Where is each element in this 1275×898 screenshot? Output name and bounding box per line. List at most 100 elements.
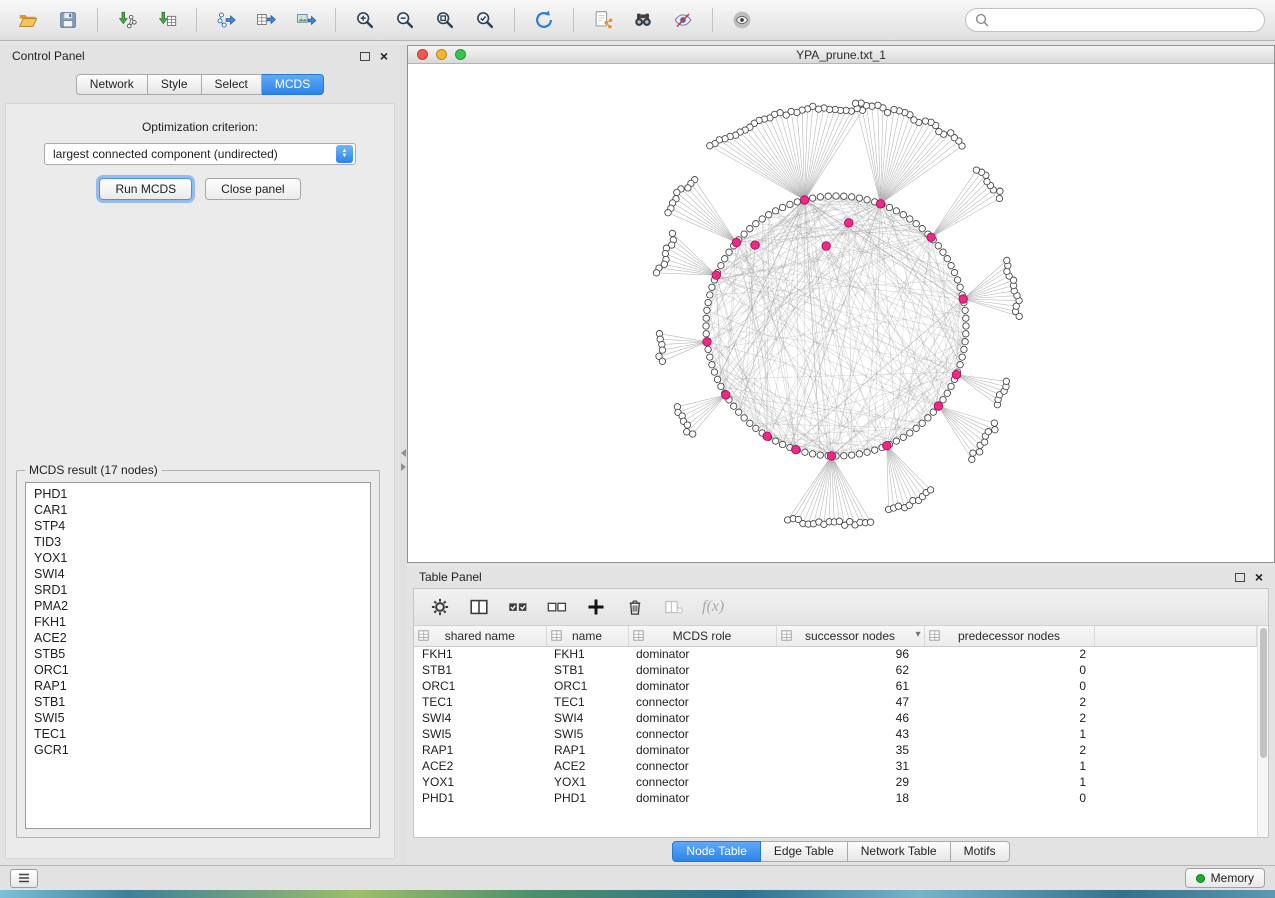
result-node-item[interactable]: STP4: [26, 518, 370, 534]
close-window-icon[interactable]: [417, 49, 428, 60]
run-mcds-button[interactable]: Run MCDS: [99, 178, 192, 200]
search-input[interactable]: [994, 12, 1255, 28]
tab-motifs[interactable]: Motifs: [951, 841, 1010, 862]
delete-button[interactable]: [624, 596, 646, 618]
table-scrollbar[interactable]: [1257, 626, 1268, 837]
gear-button[interactable]: [429, 596, 451, 618]
column-header-successor-nodes[interactable]: successor nodes▾: [776, 626, 924, 646]
export-network-button[interactable]: [208, 5, 244, 35]
binoculars-button[interactable]: [625, 5, 661, 35]
columns-button[interactable]: [468, 596, 490, 618]
select-all-button[interactable]: [507, 596, 529, 618]
result-node-item[interactable]: FKH1: [26, 614, 370, 630]
result-node-item[interactable]: STB1: [26, 694, 370, 710]
document-network-button[interactable]: [585, 5, 621, 35]
refresh-button[interactable]: [526, 5, 562, 35]
tab-node-table[interactable]: Node Table: [672, 841, 761, 862]
tab-network[interactable]: Network: [76, 74, 148, 95]
table-row[interactable]: TEC1TEC1connector472: [414, 694, 1257, 710]
zoom-out-button[interactable]: [387, 5, 423, 35]
table-row[interactable]: STB1STB1dominator620: [414, 662, 1257, 678]
tab-select[interactable]: Select: [202, 74, 262, 95]
table-row[interactable]: SWI5SWI5connector431: [414, 726, 1257, 742]
add-button[interactable]: [585, 596, 607, 618]
result-node-item[interactable]: RAP1: [26, 678, 370, 694]
result-node-item[interactable]: ACE2: [26, 630, 370, 646]
close-panel-button[interactable]: Close panel: [205, 178, 300, 200]
minimize-window-icon[interactable]: [436, 49, 447, 60]
column-header-shared-name[interactable]: shared name: [414, 626, 546, 646]
table-row[interactable]: ORC1ORC1dominator610: [414, 678, 1257, 694]
table-row[interactable]: ACE2ACE2connector311: [414, 758, 1257, 774]
open-folder-button[interactable]: [10, 5, 46, 35]
export-image-button[interactable]: [288, 5, 324, 35]
column-header-name[interactable]: name: [546, 626, 628, 646]
result-node-item[interactable]: SRD1: [26, 582, 370, 598]
result-node-item[interactable]: STB5: [26, 646, 370, 662]
criterion-select[interactable]: largest connected component (undirected)…: [44, 143, 356, 165]
import-network-button[interactable]: [109, 5, 145, 35]
maximize-window-icon[interactable]: [455, 49, 466, 60]
tab-style[interactable]: Style: [148, 74, 202, 95]
table-row[interactable]: SWI4SWI4dominator462: [414, 710, 1257, 726]
result-node-item[interactable]: PMA2: [26, 598, 370, 614]
result-node-item[interactable]: TEC1: [26, 726, 370, 742]
network-window-title: YPA_prune.txt_1: [408, 48, 1274, 62]
sort-arrow-icon[interactable]: ▾: [915, 629, 920, 640]
column-header-predecessor-nodes[interactable]: predecessor nodes: [924, 626, 1094, 646]
table-cell: 2: [924, 694, 1094, 710]
result-node-item[interactable]: TID3: [26, 534, 370, 550]
import-network-icon: [116, 9, 138, 31]
fx-button[interactable]: f(x): [702, 598, 724, 616]
result-node-item[interactable]: YOX1: [26, 550, 370, 566]
splitter-collapse-left-icon[interactable]: [401, 449, 406, 457]
result-node-item[interactable]: SWI4: [26, 566, 370, 582]
table-cell: 0: [924, 678, 1094, 694]
table-cell: 2: [924, 646, 1094, 662]
zoom-selected-button[interactable]: [467, 5, 503, 35]
table-cell: dominator: [628, 790, 776, 806]
table-cell: 0: [924, 790, 1094, 806]
zoom-in-button[interactable]: [347, 5, 383, 35]
result-node-item[interactable]: SWI5: [26, 710, 370, 726]
tab-edge-table[interactable]: Edge Table: [761, 841, 848, 862]
float-table-panel-icon[interactable]: [1235, 573, 1245, 582]
float-panel-icon[interactable]: [360, 52, 370, 61]
result-node-item[interactable]: PHD1: [26, 486, 370, 502]
unselect-all-button[interactable]: [546, 596, 568, 618]
result-node-item[interactable]: ORC1: [26, 662, 370, 678]
control-panel-title: Control Panel: [12, 49, 360, 63]
splitter-collapse-right-icon[interactable]: [401, 463, 406, 471]
memory-button[interactable]: Memory: [1185, 868, 1265, 888]
eye-button[interactable]: [724, 5, 760, 35]
node-table: shared namenameMCDS rolesuccessor nodes▾…: [414, 626, 1257, 806]
task-history-button[interactable]: [10, 869, 38, 888]
table-row[interactable]: YOX1YOX1connector291: [414, 774, 1257, 790]
mcds-result-list[interactable]: PHD1CAR1STP4TID3YOX1SWI4SRD1PMA2FKH1ACE2…: [25, 482, 371, 829]
delete-column-button[interactable]: [663, 596, 685, 618]
network-canvas[interactable]: [408, 64, 1274, 562]
table-cell-filler: [1094, 758, 1257, 774]
table-row[interactable]: FKH1FKH1dominator962: [414, 646, 1257, 662]
panel-splitter[interactable]: [400, 45, 407, 865]
export-table-button[interactable]: [248, 5, 284, 35]
zoom-fit-button[interactable]: [427, 5, 463, 35]
table-row[interactable]: PHD1PHD1dominator180: [414, 790, 1257, 806]
import-table-button[interactable]: [149, 5, 185, 35]
close-table-panel-icon[interactable]: ×: [1255, 571, 1263, 583]
hide-details-button[interactable]: [665, 5, 701, 35]
table-row[interactable]: RAP1RAP1dominator352: [414, 742, 1257, 758]
table-area: shared namenameMCDS rolesuccessor nodes▾…: [414, 626, 1257, 837]
save-button[interactable]: [50, 5, 86, 35]
tab-network-table[interactable]: Network Table: [848, 841, 951, 862]
close-panel-icon[interactable]: ×: [380, 50, 388, 62]
column-header-MCDS-role[interactable]: MCDS role: [628, 626, 776, 646]
table-cell: RAP1: [546, 742, 628, 758]
table-scrollbar-thumb[interactable]: [1260, 628, 1267, 758]
tab-mcds[interactable]: MCDS: [262, 74, 324, 95]
network-window-titlebar[interactable]: YPA_prune.txt_1: [408, 46, 1274, 64]
search-box[interactable]: [965, 8, 1265, 32]
result-node-item[interactable]: GCR1: [26, 742, 370, 758]
result-node-item[interactable]: CAR1: [26, 502, 370, 518]
table-cell-filler: [1094, 678, 1257, 694]
